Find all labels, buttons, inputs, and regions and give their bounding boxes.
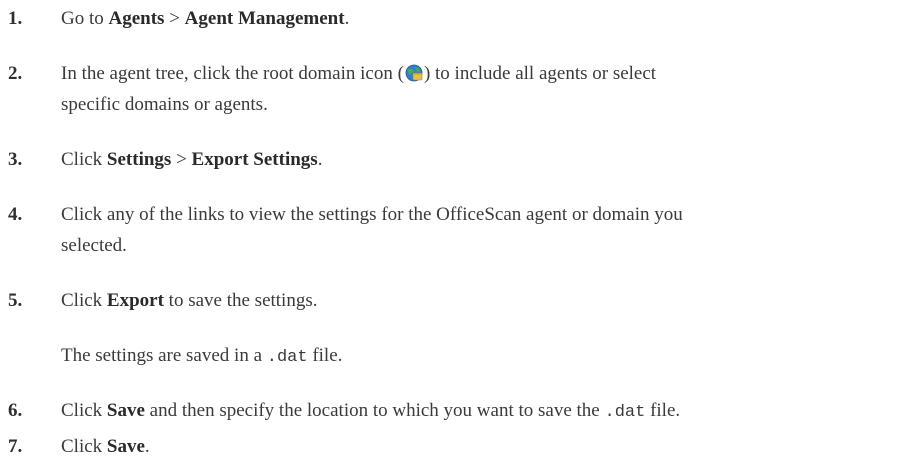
text-run: Click [61,400,107,421]
step-number: 7. [8,436,23,457]
ui-term-export: Export [106,290,164,311]
step-text: Click Save and then specify the location… [61,395,896,428]
text-run: Click [61,436,107,457]
step-number: 2. [8,63,23,84]
step-text: Click Settings > Export Settings. [61,144,896,175]
text-run: . [344,8,350,29]
step-text: Click Save. [61,431,896,462]
text-run: file. [645,400,681,421]
text-run: > [164,8,185,29]
text-run: ) to include all agents or select [423,63,657,84]
text-run: specific domains or agents. [61,94,268,115]
text-run: In the agent tree, click the root domain… [61,63,404,84]
step-text: Click any of the links to view the setti… [61,199,896,261]
file-extension-code: .dat [604,403,646,422]
note-text: The settings are saved in a .dat file. [61,340,896,373]
document-page: 1. Go to Agents > Agent Management. 2. I… [0,0,905,466]
ui-term-save: Save [106,436,145,457]
step-text: Click Export to save the settings. [61,285,896,316]
ui-term-agents: Agents [108,8,165,29]
text-run: Click [61,290,107,311]
step-number: 4. [8,204,23,225]
ui-term-save: Save [106,400,145,421]
text-run: Click any of the links to view the setti… [61,204,683,225]
step-number: 5. [8,290,23,311]
file-extension-code: .dat [266,348,308,367]
text-run: Click [61,149,107,170]
text-run: > [171,149,192,170]
text-run: and then specify the location to which y… [144,400,605,421]
text-run: . [144,436,150,457]
ui-term-agent-management: Agent Management [184,8,345,29]
step-text: Go to Agents > Agent Management. [61,3,896,34]
root-domain-globe-icon [405,61,423,82]
text-run: The settings are saved in a [61,345,267,366]
text-run: selected. [61,235,127,256]
step-number: 3. [8,149,23,170]
text-run: . [317,149,323,170]
step-text: In the agent tree, click the root domain… [61,58,896,120]
step-number: 6. [8,400,23,421]
ui-term-export-settings: Export Settings [191,149,318,170]
step-number: 1. [8,8,23,29]
text-run: Go to [61,8,109,29]
ui-term-settings: Settings [106,149,172,170]
text-run: file. [307,345,343,366]
text-run: to save the settings. [163,290,318,311]
